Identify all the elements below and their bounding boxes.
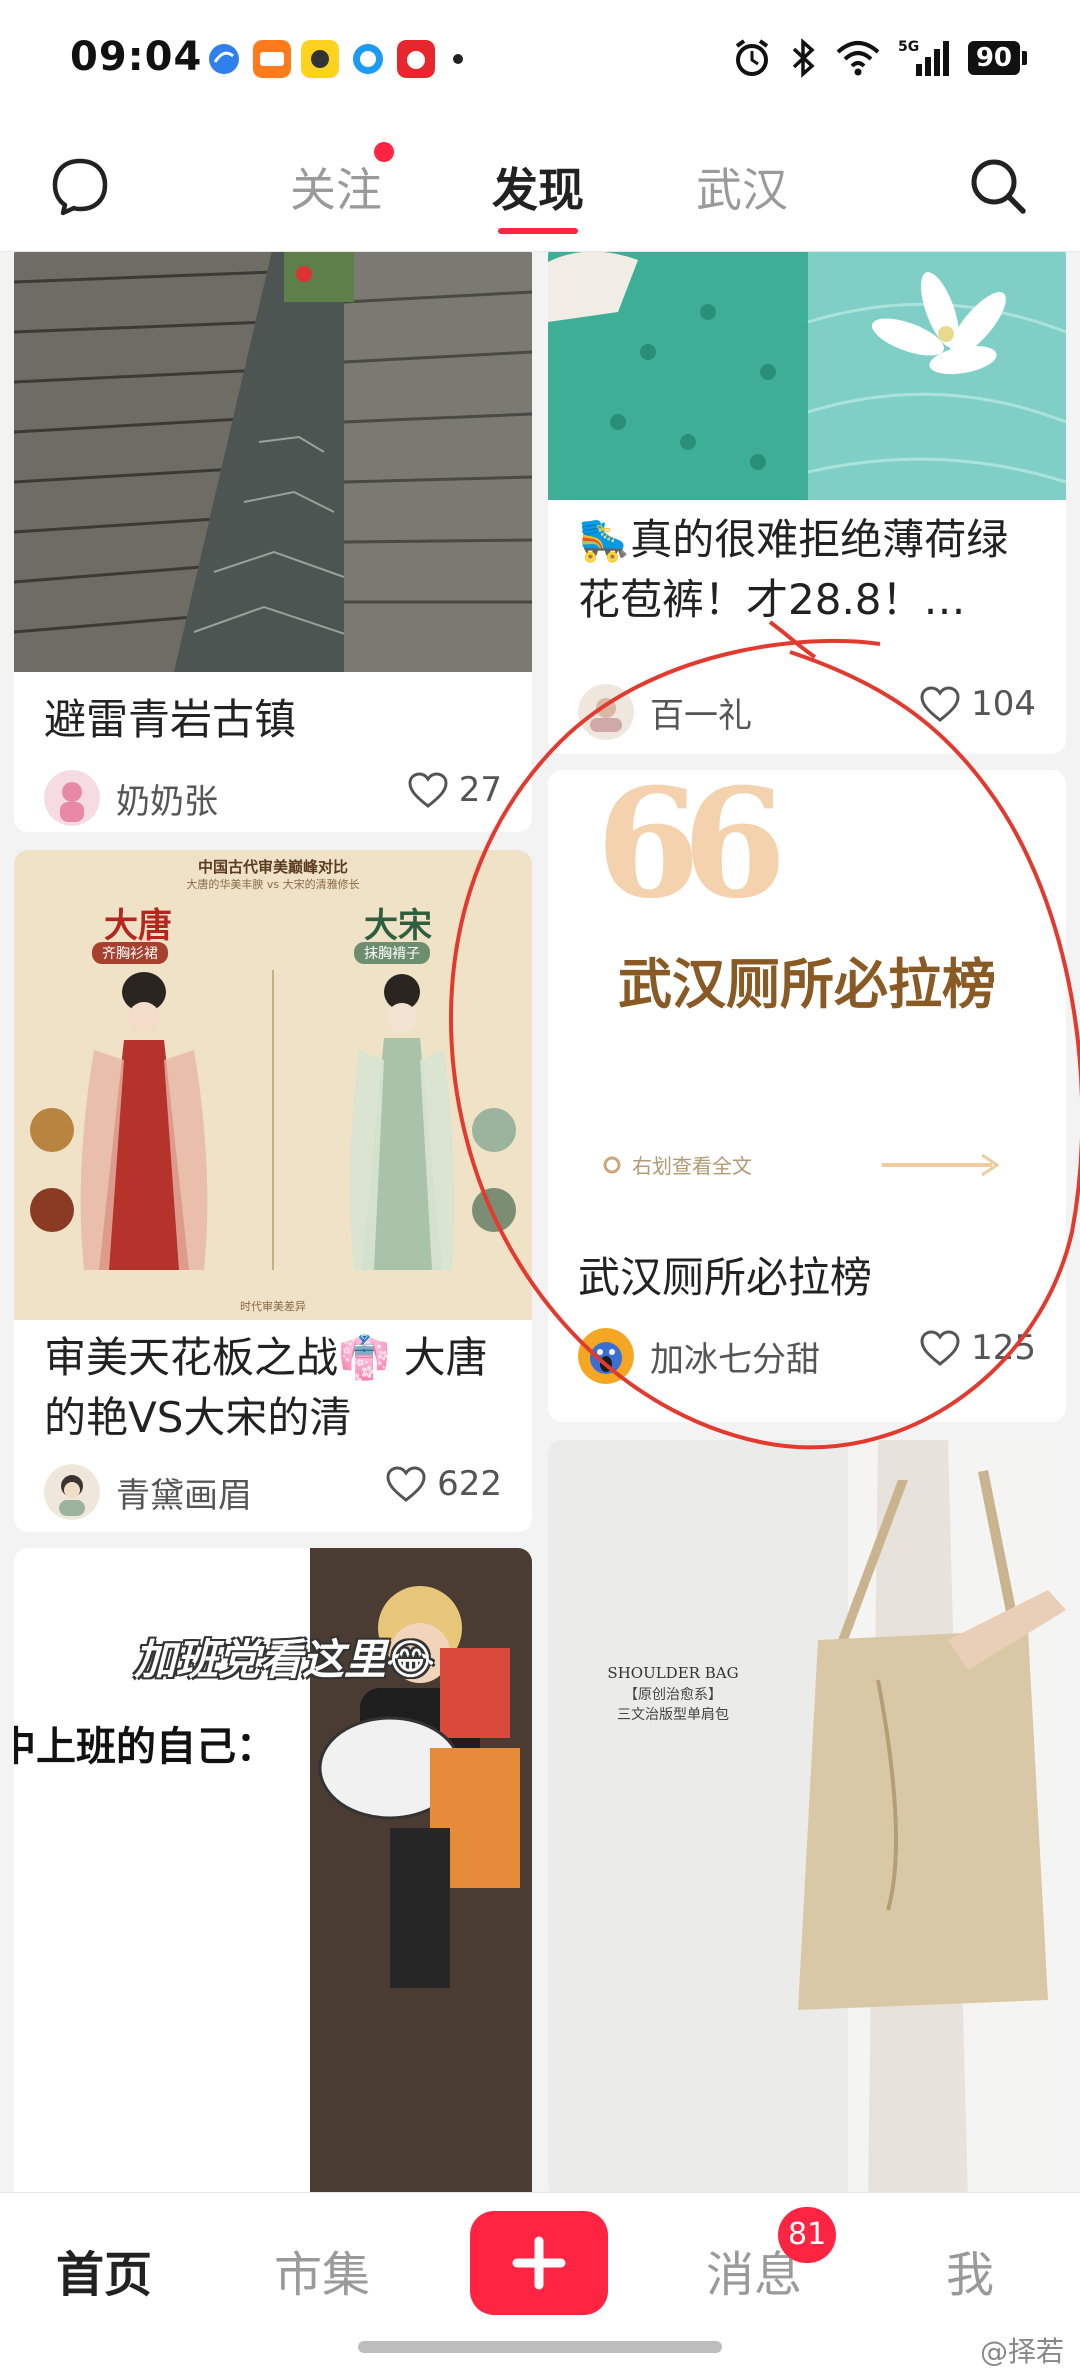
- taobao-flash-icon: [209, 44, 239, 74]
- message-badge: 81: [778, 2207, 837, 2263]
- status-bar: 09:04 5G 90: [0, 0, 1080, 120]
- tab-following[interactable]: 关注: [290, 154, 382, 220]
- bluetooth-icon: [792, 38, 815, 78]
- following-unread-dot: [374, 142, 394, 162]
- status-indicators: 5G 90: [732, 38, 1028, 78]
- plus-icon: [512, 2236, 566, 2290]
- status-time: 09:04: [70, 34, 203, 80]
- nav-me[interactable]: 我: [946, 2235, 994, 2305]
- wifi-icon: [836, 41, 880, 76]
- active-tab-underline: [498, 228, 578, 234]
- more-notifications-dot: [453, 54, 463, 64]
- battery-indicator: 90: [967, 41, 1028, 75]
- qq-browser-icon: [353, 44, 383, 74]
- tab-discover[interactable]: 发现: [492, 154, 584, 220]
- pinduoduo-icon: [397, 40, 435, 78]
- signal-5g-icon: 5G: [898, 39, 949, 76]
- tab-wuhan[interactable]: 武汉: [696, 154, 788, 220]
- app-icon-yellow: [301, 40, 339, 78]
- watermark: @择若: [979, 2335, 1064, 2368]
- eleme-icon: [253, 40, 291, 78]
- home-indicator[interactable]: [358, 2341, 722, 2353]
- status-app-icons: [205, 40, 463, 78]
- discover-feed[interactable]: 避雷青岩古镇 奶奶张 27 🛼真的很难拒绝薄荷绿花苞裤！才28.8！… 百一礼: [0, 252, 1080, 2192]
- nav-home[interactable]: 首页: [56, 2235, 152, 2305]
- hand-drawn-annotation: [449, 620, 1080, 1450]
- bottom-nav: 首页 市集 消息 81 我: [0, 2192, 1080, 2376]
- alarm-icon: [735, 39, 768, 76]
- search-icon[interactable]: [966, 154, 1030, 218]
- top-nav: 关注 发现 武汉: [0, 120, 1080, 252]
- network-type-label: 5G: [898, 39, 919, 55]
- create-post-button[interactable]: [470, 2211, 608, 2315]
- nav-market[interactable]: 市集: [274, 2235, 370, 2305]
- chat-bubble-icon[interactable]: [50, 156, 110, 216]
